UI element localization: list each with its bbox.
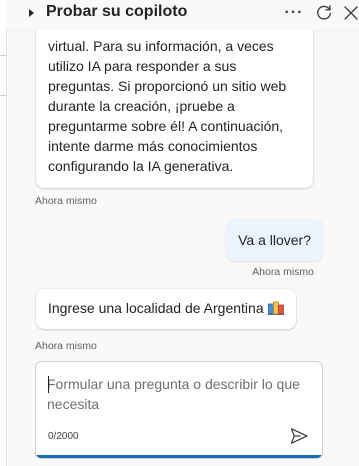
message-timestamp: Ahora mismo [252, 266, 314, 278]
test-copilot-panel: Probar su copiloto ··· virtual. Para su … [0, 0, 359, 466]
message-timestamp: Ahora mismo [35, 195, 97, 207]
character-counter: 0/2000 [48, 431, 79, 442]
panel-title: Probar su copiloto [46, 3, 188, 20]
message-input[interactable] [47, 374, 317, 418]
user-message-text: Va a llover? [238, 232, 311, 248]
chat-transcript[interactable]: virtual. Para su información, a veces ut… [6, 30, 359, 360]
bot-message-text: Ingrese una localidad de Argentina [48, 300, 264, 316]
message-composer: 0/2000 [35, 361, 323, 459]
user-message: Va a llover? [226, 219, 323, 261]
bot-message-text: virtual. Para su información, a veces ut… [48, 38, 287, 174]
panel-header: Probar su copiloto ··· [6, 0, 359, 31]
more-icon[interactable]: ··· [283, 2, 305, 24]
text-cursor [48, 376, 49, 393]
bot-message: virtual. Para su información, a veces ut… [36, 30, 313, 188]
adaptive-card-icon [267, 300, 284, 320]
bot-message: Ingrese una localidad de Argentina [36, 289, 296, 329]
close-icon[interactable] [340, 2, 359, 24]
focus-underline [36, 455, 322, 458]
message-timestamp: Ahora mismo [35, 340, 97, 352]
send-icon[interactable] [288, 425, 310, 447]
refresh-icon[interactable] [313, 2, 335, 24]
chevron-right-icon[interactable] [29, 9, 34, 17]
